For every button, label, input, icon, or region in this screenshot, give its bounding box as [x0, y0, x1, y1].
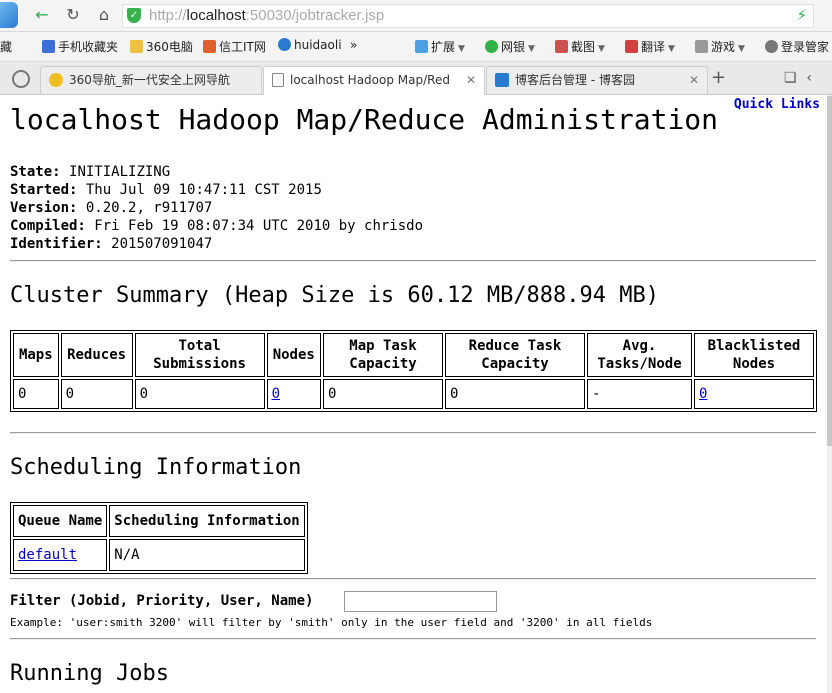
divider — [10, 578, 816, 580]
globe-icon — [278, 38, 291, 51]
gamepad-icon — [695, 40, 708, 53]
col-blacklisted-nodes: Blacklisted Nodes — [694, 333, 814, 377]
col-map-task-capacity: Map Task Capacity — [323, 333, 443, 377]
cell-avg-tasks-node: - — [587, 379, 692, 409]
url-input[interactable]: ✓ http://localhost:50030/jobtracker.jsp … — [122, 4, 814, 28]
queue-default-link[interactable]: default — [18, 547, 77, 563]
bookmark-huidaoli[interactable]: huidaoli — [278, 38, 342, 52]
col-reduce-task-capacity: Reduce Task Capacity — [445, 333, 585, 377]
cell-reduces: 0 — [60, 379, 133, 409]
col-scheduling-information: Scheduling Information — [109, 505, 305, 537]
table-header-row: Maps Reduces Total Submissions Nodes Map… — [13, 333, 814, 377]
cell-reduce-task-capacity: 0 — [445, 379, 585, 409]
browser-logo-icon[interactable] — [0, 2, 18, 28]
cluster-summary-table: Maps Reduces Total Submissions Nodes Map… — [10, 330, 817, 412]
col-reduces: Reduces — [60, 333, 133, 377]
address-toolbar: ← ↻ ⌂ ✓ http://localhost:50030/jobtracke… — [0, 0, 832, 32]
table-row: 0 0 0 0 0 0 - 0 — [13, 379, 814, 409]
tab-strip: 360导航_新一代安全上网导航 localhost Hadoop Map/Red… — [0, 62, 832, 95]
scheduling-heading: Scheduling Information — [10, 455, 302, 480]
tab-hadoop[interactable]: localhost Hadoop Map/Red ✕ — [263, 66, 485, 95]
security-shield-icon: ✓ — [127, 8, 141, 23]
cloud-icon[interactable] — [12, 70, 30, 88]
back-icon[interactable]: ← — [31, 5, 53, 25]
cell-blacklisted-nodes: 0 — [694, 379, 814, 409]
blog-favicon-icon — [495, 73, 509, 87]
table-row: default N/A — [13, 539, 305, 571]
cell-maps: 0 — [13, 379, 59, 409]
login-manager-menu[interactable]: 登录管家 — [765, 38, 829, 55]
running-jobs-heading: Running Jobs — [10, 661, 169, 686]
scheduling-table: Queue Name Scheduling Information defaul… — [10, 502, 308, 574]
bookmark-favorites[interactable]: 藏 — [0, 38, 12, 55]
phone-icon — [42, 40, 55, 53]
version-value: 0.20.2, r911707 — [85, 200, 213, 216]
tab-360-nav[interactable]: 360导航_新一代安全上网导航 — [40, 66, 262, 94]
cell-queue-name: default — [13, 539, 108, 571]
scissors-icon — [555, 40, 568, 53]
col-total-submissions: Total Submissions — [134, 333, 265, 377]
col-avg-tasks-node: Avg. Tasks/Node — [587, 333, 692, 377]
key-icon — [765, 40, 778, 53]
site-favicon-icon — [49, 73, 63, 87]
col-maps: Maps — [13, 333, 59, 377]
jobtracker-info: State: INITIALIZING Started: Thu Jul 09 … — [10, 163, 423, 253]
close-tab-icon[interactable]: ✕ — [684, 67, 699, 93]
filter-example-text: Example: 'user:smith 3200' will filter b… — [10, 616, 653, 629]
bookmark-mobile-favorites[interactable]: 手机收藏夹 — [42, 38, 118, 55]
cell-scheduling-info: N/A — [109, 539, 305, 571]
cell-map-task-capacity: 0 — [323, 379, 443, 409]
identifier-value: 201507091047 — [111, 236, 213, 252]
reload-icon[interactable]: ↻ — [62, 5, 84, 25]
yuan-icon — [485, 40, 498, 53]
speed-bolt-icon[interactable]: ⚡ — [796, 6, 807, 24]
identifier-label: Identifier: — [10, 236, 103, 252]
bookmarks-bar: 藏 手机收藏夹 360电脑 信工IT网 huidaoli » 扩展 ▼ 网银 ▼ 截… — [0, 32, 832, 62]
col-nodes: Nodes — [266, 333, 321, 377]
blacklisted-nodes-link[interactable]: 0 — [699, 386, 707, 402]
screenshot-menu[interactable]: 截图 ▼ — [555, 38, 605, 55]
translate-icon — [625, 40, 638, 53]
page-favicon-icon — [272, 73, 284, 87]
cell-total-submissions: 0 — [134, 379, 265, 409]
started-value: Thu Jul 09 10:47:11 CST 2015 — [85, 182, 322, 198]
compiled-value: Fri Feb 19 08:07:34 UTC 2010 by chrisdo — [94, 218, 424, 234]
close-tab-icon[interactable]: ✕ — [461, 67, 476, 93]
nodes-link[interactable]: 0 — [272, 386, 280, 402]
version-label: Version: — [10, 200, 78, 216]
state-label: State: — [10, 164, 61, 180]
bookmarks-overflow-button[interactable]: » — [350, 38, 357, 52]
cluster-summary-heading: Cluster Summary (Heap Size is 60.12 MB/8… — [10, 283, 660, 308]
new-tab-button[interactable]: + — [711, 67, 726, 88]
site-icon — [203, 40, 216, 53]
table-header-row: Queue Name Scheduling Information — [13, 505, 305, 537]
scrollbar-thumb[interactable] — [827, 96, 832, 446]
extensions-menu[interactable]: 扩展 ▼ — [415, 38, 465, 55]
games-menu[interactable]: 游戏 ▼ — [695, 38, 745, 55]
page-content: Quick Links localhost Hadoop Map/Reduce … — [0, 95, 832, 693]
compiled-label: Compiled: — [10, 218, 86, 234]
state-value: INITIALIZING — [69, 164, 171, 180]
translate-menu[interactable]: 翻译 ▼ — [625, 38, 675, 55]
page-title: localhost Hadoop Map/Reduce Administrati… — [10, 103, 719, 136]
tab-tools-icons[interactable]: ❏‹ — [784, 70, 822, 86]
folder-icon — [130, 40, 143, 53]
tab-blog-admin[interactable]: 博客后台管理 - 博客园 ✕ — [486, 66, 708, 94]
filter-input[interactable] — [344, 591, 497, 612]
bookmark-360[interactable]: 360电脑 — [130, 38, 193, 55]
filter-label: Filter (Jobid, Priority, User, Name) — [10, 593, 314, 609]
quick-links-link[interactable]: Quick Links — [734, 97, 820, 112]
divider — [10, 432, 816, 434]
home-icon[interactable]: ⌂ — [93, 5, 115, 25]
bookmark-xingong[interactable]: 信工IT网 — [203, 38, 266, 55]
netbank-menu[interactable]: 网银 ▼ — [485, 38, 535, 55]
started-label: Started: — [10, 182, 78, 198]
cell-nodes: 0 — [266, 379, 321, 409]
grid-icon — [415, 40, 428, 53]
col-queue-name: Queue Name — [13, 505, 108, 537]
divider — [10, 638, 816, 640]
url-text: http://localhost:50030/jobtracker.jsp — [149, 7, 385, 24]
divider — [10, 260, 816, 262]
